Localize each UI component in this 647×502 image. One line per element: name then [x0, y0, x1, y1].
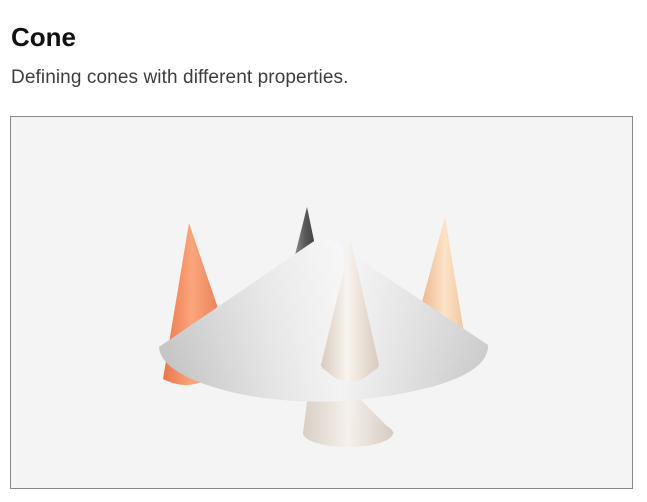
3d-scene-viewport[interactable] — [10, 116, 633, 489]
page-subtitle: Defining cones with different properties… — [11, 67, 349, 88]
cone-scene[interactable] — [11, 117, 633, 489]
page-title: Cone — [11, 22, 76, 52]
page: Cone Defining cones with different prope… — [0, 0, 647, 502]
